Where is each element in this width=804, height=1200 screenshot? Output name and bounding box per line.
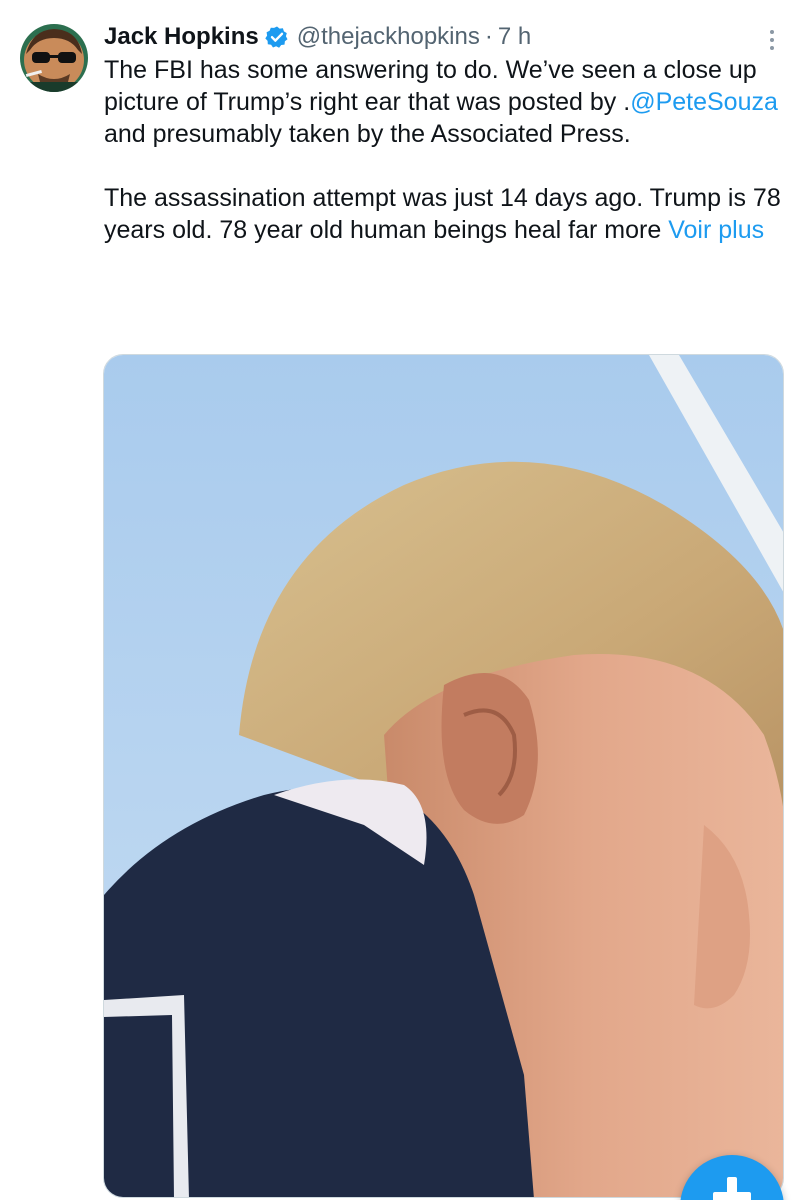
tweet-paragraph-2: The assassination attempt was just 14 da… [104,182,784,246]
separator-dot: · [484,23,493,50]
tweet-paragraph-1: The FBI has some answering to do. We’ve … [104,54,784,150]
author-name[interactable]: Jack Hopkins [104,23,259,51]
tweet[interactable]: Jack Hopkins @thejackhopkins · 7 h The F… [0,0,804,1200]
avatar[interactable] [20,24,88,92]
show-more-link[interactable]: Voir plus [668,216,764,244]
timestamp[interactable]: 7 h [498,23,531,51]
author-handle[interactable]: @thejackhopkins [297,23,480,51]
tweet-header: Jack Hopkins @thejackhopkins · 7 h [104,20,531,54]
more-vertical-icon[interactable] [760,26,784,54]
tweet-text: The FBI has some answering to do. We’ve … [104,54,784,246]
tweet-photo[interactable] [103,354,784,1198]
verified-badge-icon [265,25,289,49]
mention-link[interactable]: @PeteSouza [630,88,778,116]
plus-icon-bar [713,1192,751,1200]
tweet-text-part: and presumably taken by the Associated P… [104,120,631,148]
